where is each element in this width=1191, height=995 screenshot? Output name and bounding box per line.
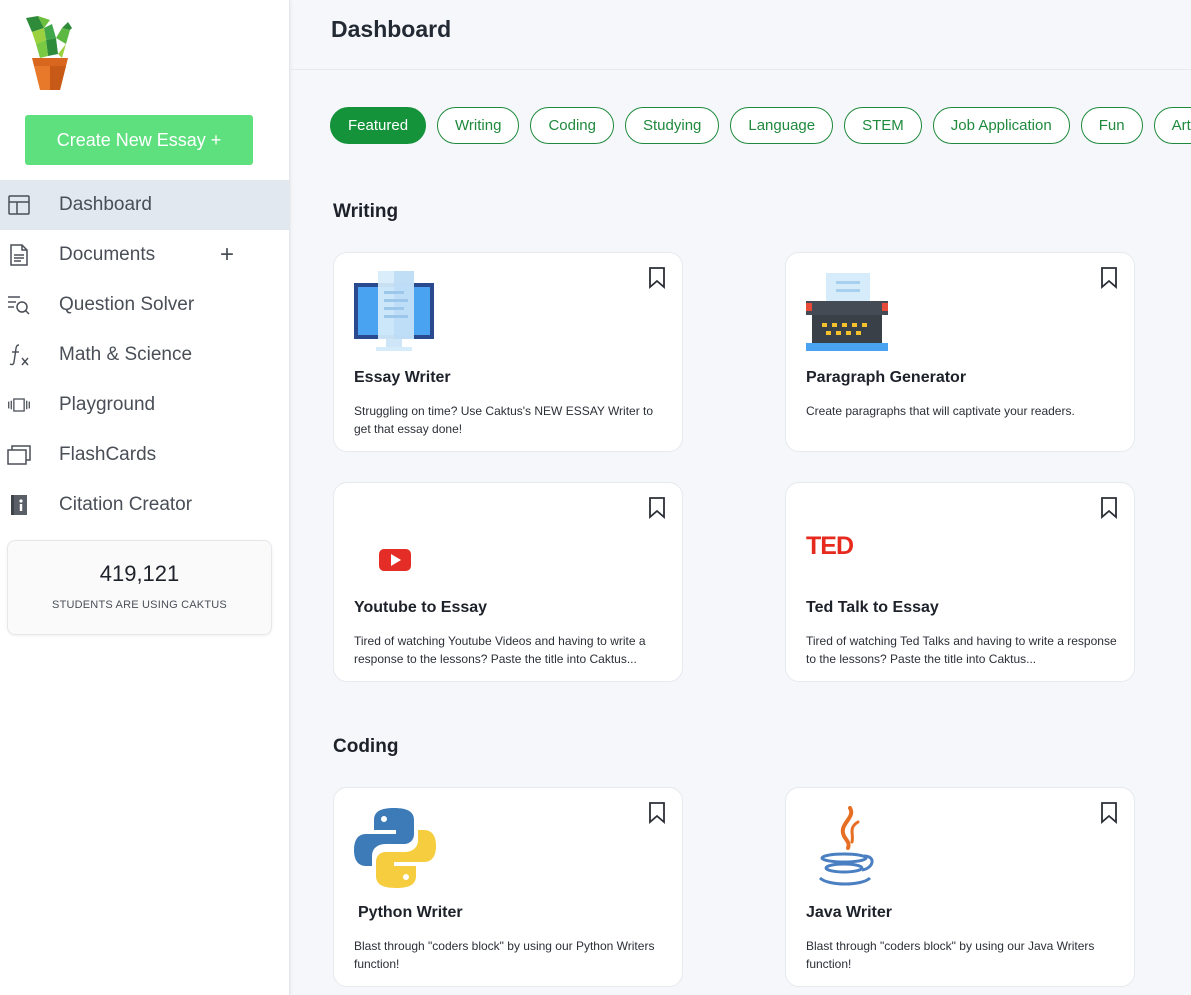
ted-logo-text: TED — [806, 532, 854, 560]
chip-featured[interactable]: Featured — [330, 107, 427, 144]
card-title: Java Writer — [806, 904, 892, 921]
monitor-icon — [354, 271, 434, 351]
student-count: 419,121 — [99, 561, 180, 586]
sidebar-item-label: Math & Science — [59, 344, 193, 365]
sidebar-item-math-science[interactable]: Math & Science — [0, 330, 289, 380]
layout-icon — [7, 193, 31, 217]
citation-book-icon — [7, 493, 31, 517]
search-list-icon — [7, 293, 31, 317]
sidebar-item-label: Playground — [59, 394, 156, 415]
cards-icon — [7, 443, 31, 467]
tool-card-youtube-to-essay[interactable]: Youtube to Essay Tired of watching Youtu… — [333, 482, 683, 682]
sidebar-item-flashcards[interactable]: FlashCards — [0, 430, 289, 480]
create-new-essay-button[interactable]: Create New Essay + — [25, 115, 253, 165]
bookmark-icon[interactable] — [1100, 267, 1118, 289]
chip-language[interactable]: Language — [730, 107, 834, 144]
student-count-label: STUDENTS ARE USING CAKTUS — [52, 599, 227, 611]
category-filter-chips: Featured Writing Coding Studying Languag… — [330, 107, 1191, 144]
sidebar-item-label: Question Solver — [59, 294, 195, 315]
ted-icon: TED — [806, 501, 888, 585]
chip-job-application[interactable]: Job Application — [932, 107, 1070, 144]
section-title-coding: Coding — [333, 736, 399, 757]
bookmark-icon[interactable] — [648, 267, 666, 289]
top-bar: Dashboard — [291, 0, 1191, 70]
card-description: Struggling on time? Use Caktus's NEW ESS… — [354, 404, 654, 436]
typewriter-icon — [806, 273, 888, 351]
document-icon — [7, 243, 31, 267]
card-title: Ted Talk to Essay — [806, 599, 939, 616]
sidebar-item-playground[interactable]: Playground — [0, 380, 289, 430]
sidebar-item-dashboard[interactable]: Dashboard — [0, 180, 289, 230]
chip-stem[interactable]: STEM — [844, 107, 922, 144]
tool-card-essay-writer[interactable]: Essay Writer Struggling on time? Use Cak… — [333, 252, 683, 452]
sidebar-item-question-solver[interactable]: Question Solver — [0, 280, 289, 330]
tool-card-java-writer[interactable]: Java Writer Blast through "coders block"… — [785, 787, 1135, 987]
tool-card-python-writer[interactable]: Python Writer Blast through "coders bloc… — [333, 787, 683, 987]
bookmark-icon[interactable] — [1100, 802, 1118, 824]
youtube-icon — [379, 549, 411, 571]
card-title: Paragraph Generator — [806, 369, 967, 386]
bookmark-icon[interactable] — [648, 497, 666, 519]
card-description: Tired of watching Ted Talks and having t… — [806, 634, 1117, 666]
card-description: Blast through "coders block" by using ou… — [354, 939, 655, 971]
page-title: Dashboard — [331, 16, 452, 42]
tool-card-ted-talk-to-essay[interactable]: TED Ted Talk to Essay Tired of watching … — [785, 482, 1135, 682]
card-description: Create paragraphs that will captivate yo… — [806, 404, 1075, 418]
chip-arts[interactable]: Arts — [1153, 107, 1191, 144]
bookmark-icon[interactable] — [648, 802, 666, 824]
add-document-button[interactable]: + — [220, 241, 234, 269]
sidebar: Create New Essay + Dashboard Documents +… — [0, 0, 290, 995]
main-content: Dashboard Featured Writing Coding Studyi… — [291, 0, 1191, 995]
sidebar-item-documents[interactable]: Documents + — [0, 230, 289, 280]
cactus-logo[interactable] — [22, 14, 76, 92]
carousel-icon — [7, 393, 31, 417]
sidebar-item-label: Dashboard — [59, 194, 152, 215]
card-description: Blast through "coders block" by using ou… — [806, 939, 1095, 971]
sidebar-item-label: Citation Creator — [59, 494, 193, 515]
sidebar-item-citation-creator[interactable]: Citation Creator — [0, 480, 289, 530]
section-title-writing: Writing — [333, 201, 399, 222]
card-title: Youtube to Essay — [354, 599, 488, 616]
chip-fun[interactable]: Fun — [1080, 107, 1143, 144]
chip-writing[interactable]: Writing — [437, 107, 520, 144]
card-title: Python Writer — [358, 904, 463, 921]
student-count-card: 419,121 STUDENTS ARE USING CAKTUS — [7, 540, 272, 635]
sidebar-item-label: Documents — [59, 244, 156, 265]
chip-studying[interactable]: Studying — [625, 107, 720, 144]
sidebar-item-label: FlashCards — [59, 444, 157, 465]
bookmark-icon[interactable] — [1100, 497, 1118, 519]
function-icon — [7, 343, 31, 367]
chip-coding[interactable]: Coding — [530, 107, 614, 144]
tool-card-paragraph-generator[interactable]: Paragraph Generator Create paragraphs th… — [785, 252, 1135, 452]
java-icon — [818, 806, 874, 886]
card-title: Essay Writer — [354, 369, 451, 386]
python-icon — [354, 808, 436, 888]
sidebar-nav: Dashboard Documents + Question Solver Ma… — [0, 180, 289, 530]
card-description: Tired of watching Youtube Videos and hav… — [354, 634, 646, 666]
